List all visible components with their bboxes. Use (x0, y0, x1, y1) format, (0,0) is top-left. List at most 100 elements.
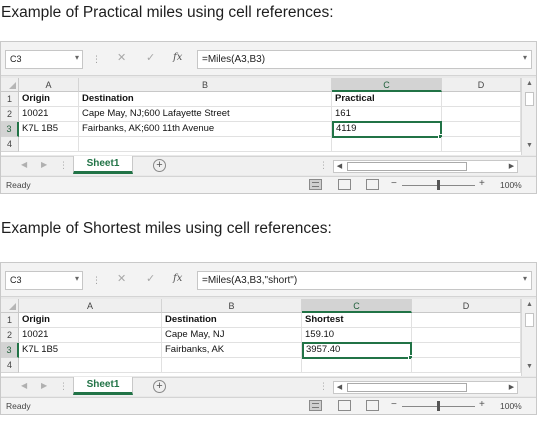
chevron-down-icon[interactable]: ▾ (523, 274, 527, 283)
vertical-scrollbar[interactable]: ▲ ▼ (521, 299, 536, 376)
scroll-left-icon[interactable]: ◀ (334, 382, 345, 393)
formula-input[interactable]: =Miles(A3,B3) ▾ (197, 50, 532, 69)
cell-a1[interactable]: Origin (19, 92, 79, 107)
cancel-icon[interactable]: ✕ (117, 51, 126, 64)
enter-icon[interactable]: ✓ (146, 51, 155, 64)
scroll-right-icon[interactable]: ▶ (506, 161, 517, 172)
insert-function-icon[interactable]: fx (173, 52, 182, 63)
cell-d3[interactable] (442, 122, 521, 137)
row-header-2[interactable]: 2 (1, 328, 19, 343)
prev-sheet-icon[interactable]: ◀ (21, 381, 27, 390)
scroll-right-icon[interactable]: ▶ (506, 382, 517, 393)
add-sheet-icon[interactable]: + (153, 159, 166, 172)
cell-b1[interactable]: Destination (162, 313, 302, 328)
page-layout-icon[interactable] (338, 400, 351, 411)
cell-c1[interactable]: Practical (332, 92, 442, 107)
cell-c4[interactable] (332, 137, 442, 152)
add-sheet-icon[interactable]: + (153, 380, 166, 393)
cell-b4[interactable] (79, 137, 332, 152)
cell-c2[interactable]: 159.10 (302, 328, 412, 343)
page-break-preview-icon[interactable] (366, 400, 379, 411)
sheet-tab-sheet1[interactable]: Sheet1 (73, 156, 133, 174)
column-header-d[interactable]: D (442, 78, 521, 92)
cell-a3[interactable]: K7L 1B5 (19, 343, 162, 358)
zoom-in-icon[interactable]: + (479, 178, 485, 189)
cell-c1[interactable]: Shortest (302, 313, 412, 328)
cell-d4[interactable] (442, 137, 521, 152)
next-sheet-icon[interactable]: ▶ (41, 160, 47, 169)
name-box[interactable]: C3 ▾ (5, 50, 83, 69)
cell-a2[interactable]: 10021 (19, 328, 162, 343)
zoom-out-icon[interactable]: − (391, 399, 397, 410)
horizontal-scrollbar[interactable]: ◀ ▶ (333, 160, 518, 173)
sheet-tab-sheet1[interactable]: Sheet1 (73, 377, 133, 395)
scroll-thumb[interactable] (347, 383, 467, 392)
cell-d3[interactable] (412, 343, 521, 358)
normal-view-icon[interactable] (309, 179, 322, 190)
page-layout-icon[interactable] (338, 179, 351, 190)
row-header-1[interactable]: 1 (1, 313, 19, 328)
chevron-down-icon[interactable]: ▾ (75, 53, 79, 62)
name-box[interactable]: C3 ▾ (5, 271, 83, 290)
worksheet-grid[interactable]: A B C D 1 2 3 4 Origin Destination Short… (1, 299, 521, 376)
column-header-d[interactable]: D (412, 299, 521, 313)
scroll-up-icon[interactable]: ▲ (522, 78, 537, 90)
cell-c3-active[interactable]: 4119 (332, 121, 442, 138)
cell-c2[interactable]: 161 (332, 107, 442, 122)
normal-view-icon[interactable] (309, 400, 322, 411)
cell-d1[interactable] (412, 313, 521, 328)
cell-d2[interactable] (412, 328, 521, 343)
cell-d4[interactable] (412, 358, 521, 373)
chevron-down-icon[interactable]: ▾ (75, 274, 79, 283)
page-break-preview-icon[interactable] (366, 179, 379, 190)
select-all-corner[interactable] (1, 299, 19, 313)
next-sheet-icon[interactable]: ▶ (41, 381, 47, 390)
scroll-up-icon[interactable]: ▲ (522, 299, 537, 311)
prev-sheet-icon[interactable]: ◀ (21, 160, 27, 169)
scroll-thumb[interactable] (347, 162, 467, 171)
column-header-b[interactable]: B (162, 299, 302, 313)
cell-a4[interactable] (19, 358, 162, 373)
scroll-down-icon[interactable]: ▼ (522, 140, 537, 152)
row-header-3[interactable]: 3 (1, 122, 19, 137)
cell-b1[interactable]: Destination (79, 92, 332, 107)
formula-input[interactable]: =Miles(A3,B3,"short") ▾ (197, 271, 532, 290)
row-header-2[interactable]: 2 (1, 107, 19, 122)
scroll-left-icon[interactable]: ◀ (334, 161, 345, 172)
cell-d2[interactable] (442, 107, 521, 122)
enter-icon[interactable]: ✓ (146, 272, 155, 285)
select-all-corner[interactable] (1, 78, 19, 92)
cell-c3-active[interactable]: 3957.40 (302, 342, 412, 359)
row-header-4[interactable]: 4 (1, 137, 19, 152)
cancel-icon[interactable]: ✕ (117, 272, 126, 285)
zoom-slider-knob[interactable] (437, 180, 440, 190)
vertical-scrollbar[interactable]: ▲ ▼ (521, 78, 536, 155)
scroll-thumb[interactable] (525, 313, 534, 327)
zoom-out-icon[interactable]: − (391, 178, 397, 189)
zoom-level[interactable]: 100% (500, 180, 522, 190)
scroll-thumb[interactable] (525, 92, 534, 106)
cell-a2[interactable]: 10021 (19, 107, 79, 122)
cell-b2[interactable]: Cape May, NJ (162, 328, 302, 343)
scroll-down-icon[interactable]: ▼ (522, 361, 537, 373)
row-header-3[interactable]: 3 (1, 343, 19, 358)
column-header-a[interactable]: A (19, 78, 79, 92)
row-header-1[interactable]: 1 (1, 92, 19, 107)
cell-c4[interactable] (302, 358, 412, 373)
worksheet-grid[interactable]: A B C D 1 2 3 4 Origin Destination Pract… (1, 78, 521, 155)
cell-d1[interactable] (442, 92, 521, 107)
column-header-b[interactable]: B (79, 78, 332, 92)
insert-function-icon[interactable]: fx (173, 273, 182, 284)
zoom-level[interactable]: 100% (500, 401, 522, 411)
cell-b4[interactable] (162, 358, 302, 373)
cell-b3[interactable]: Fairbanks, AK;600 11th Avenue (79, 122, 332, 137)
column-header-c[interactable]: C (332, 78, 442, 92)
zoom-slider-knob[interactable] (437, 401, 440, 411)
row-header-4[interactable]: 4 (1, 358, 19, 373)
zoom-in-icon[interactable]: + (479, 399, 485, 410)
cell-a3[interactable]: K7L 1B5 (19, 122, 79, 137)
chevron-down-icon[interactable]: ▾ (523, 53, 527, 62)
cell-b2[interactable]: Cape May, NJ;600 Lafayette Street (79, 107, 332, 122)
horizontal-scrollbar[interactable]: ◀ ▶ (333, 381, 518, 394)
column-header-a[interactable]: A (19, 299, 162, 313)
